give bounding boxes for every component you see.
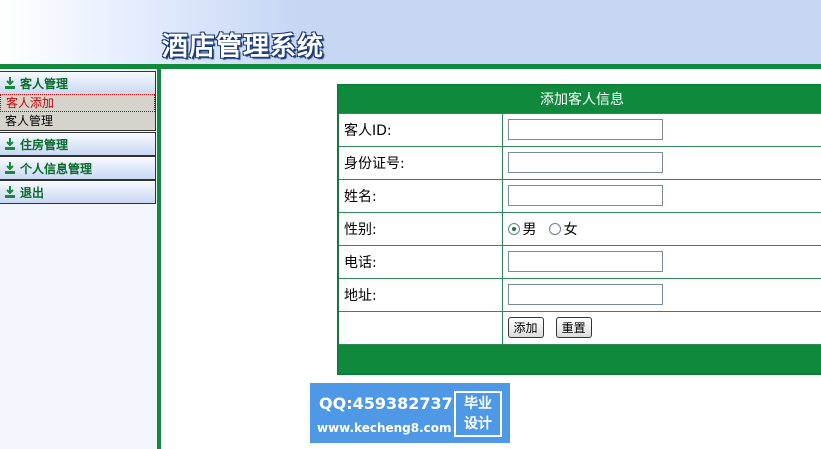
submenu-guest: 客人添加 客人管理: [0, 94, 155, 130]
form-footer-bar: [337, 343, 821, 375]
watermark-tag-line1: 毕业: [464, 396, 492, 412]
add-guest-form: 添加客人信息 客人ID: 身份证号: 姓名: 性别: 男 女 电话: 地址: 添…: [337, 84, 821, 375]
sidebar-item-add-guest[interactable]: 客人添加: [0, 94, 155, 112]
sidebar-item-manage-guest[interactable]: 客人管理: [0, 112, 155, 130]
app-header: 酒店管理系统: [0, 0, 821, 64]
menu-group-profile: 个人信息管理: [0, 156, 156, 180]
watermark-qq: QQ:459382737: [319, 394, 453, 413]
app-title: 酒店管理系统: [162, 32, 325, 62]
menu-group-room: 住房管理: [0, 132, 156, 156]
button-cell: 添加 重置: [501, 310, 821, 345]
menu-head-personal-info[interactable]: 个人信息管理: [0, 157, 155, 179]
watermark-url: www.kecheng8.com: [317, 421, 452, 435]
name-input[interactable]: [507, 185, 663, 206]
name-label: 姓名:: [337, 178, 503, 213]
sidebar-divider: [157, 69, 161, 449]
menu-head-room-management[interactable]: 住房管理: [0, 133, 155, 155]
menu-label: 退出: [20, 185, 45, 200]
phone-label: 电话:: [337, 244, 503, 279]
menu-label: 住房管理: [20, 137, 69, 152]
menu-head-logout[interactable]: 退出: [0, 181, 155, 203]
form-title: 添加客人信息: [337, 84, 821, 114]
menu-group-guest: 客人管理 客人添加 客人管理: [0, 71, 156, 131]
address-label: 地址:: [337, 277, 503, 312]
gender-female-label: 女: [563, 221, 578, 238]
phone-cell: [501, 244, 821, 279]
menu-label: 客人管理: [20, 76, 69, 91]
address-cell: [501, 277, 821, 312]
menu-label: 个人信息管理: [20, 161, 93, 176]
add-button[interactable]: 添加: [507, 317, 544, 338]
watermark-badge: QQ:459382737 www.kecheng8.com 毕业 设计: [310, 383, 510, 443]
guest-id-cell: [501, 112, 821, 147]
download-arrow-icon: [5, 138, 15, 150]
menu-head-guest-management[interactable]: 客人管理: [0, 72, 155, 94]
gender-label: 性别:: [337, 211, 503, 246]
button-row-spacer: [337, 310, 503, 345]
guest-id-label: 客人ID:: [337, 112, 503, 147]
watermark-tag-line2: 设计: [464, 416, 492, 432]
gender-male-radio[interactable]: [507, 222, 520, 235]
guest-id-input[interactable]: [507, 119, 663, 140]
address-input[interactable]: [507, 284, 663, 305]
download-arrow-icon: [5, 162, 15, 174]
watermark-tag: 毕业 设计: [454, 391, 502, 437]
gender-female-radio[interactable]: [548, 222, 561, 235]
id-number-label: 身份证号:: [337, 145, 503, 180]
menu-group-logout: 退出: [0, 180, 156, 204]
gender-male-label: 男: [522, 221, 537, 238]
download-arrow-icon: [5, 77, 15, 89]
id-number-input[interactable]: [507, 152, 663, 173]
id-number-cell: [501, 145, 821, 180]
download-arrow-icon: [5, 186, 15, 198]
phone-input[interactable]: [507, 251, 663, 272]
reset-button[interactable]: 重置: [555, 317, 592, 338]
name-cell: [501, 178, 821, 213]
gender-cell: 男 女: [501, 211, 821, 246]
